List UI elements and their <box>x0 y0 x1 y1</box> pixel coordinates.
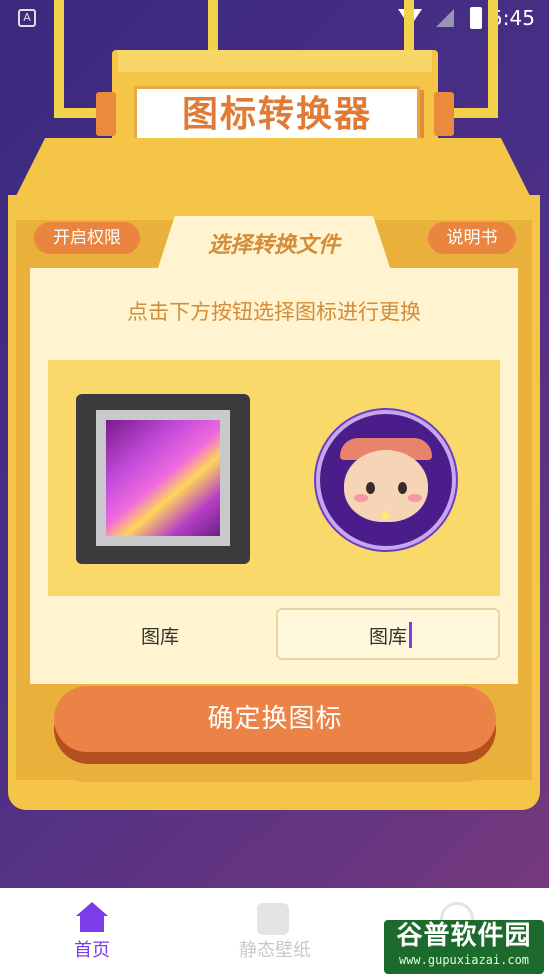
left-knob <box>96 92 116 136</box>
tab-label: 选择转换文件 <box>207 233 340 258</box>
gallery-button-right-label: 图库 <box>368 626 407 648</box>
right-knob <box>434 92 454 136</box>
enable-permission-button[interactable]: 开启权限 <box>34 222 140 254</box>
battery-icon <box>470 7 482 29</box>
character-blush <box>354 494 368 502</box>
nav-item-static-wallpaper[interactable]: 静态壁纸 <box>220 936 330 962</box>
page-title: 图标转换器 <box>181 94 372 135</box>
antenna-rail <box>54 0 64 118</box>
nav-item-home[interactable]: 首页 <box>52 936 132 962</box>
character-eye <box>366 482 375 494</box>
machine-roof <box>14 138 532 200</box>
antenna-rail <box>488 0 498 118</box>
cell-signal-icon <box>436 9 454 27</box>
star-icon: ★ <box>378 506 393 525</box>
tab-select-file[interactable]: 选择转换文件 <box>156 216 392 274</box>
watermark-url: www.gupuxiazai.com <box>398 953 530 967</box>
watermark-title: 谷普软件园 <box>396 921 532 951</box>
image-icon[interactable] <box>257 903 289 935</box>
title-plate: 图标转换器 <box>134 86 420 144</box>
home-icon[interactable] <box>74 900 110 934</box>
status-bar: A 5:45 <box>0 0 549 38</box>
confirm-change-icon-button[interactable]: 确定换图标 <box>54 686 496 752</box>
hint-text: 点击下方按钮选择图标进行更换 <box>127 300 421 324</box>
gallery-button-left[interactable]: 图库 <box>100 622 220 649</box>
watermark-logo: 谷普软件园 www.gupuxiazai.com <box>384 920 544 974</box>
character-eye <box>398 482 407 494</box>
manual-button[interactable]: 说明书 <box>428 222 516 254</box>
gallery-app-icon <box>106 420 220 536</box>
text-caret <box>409 622 412 648</box>
character-blush <box>408 494 422 502</box>
app-notification-icon: A <box>18 9 36 27</box>
machine-top-lip <box>118 50 432 72</box>
